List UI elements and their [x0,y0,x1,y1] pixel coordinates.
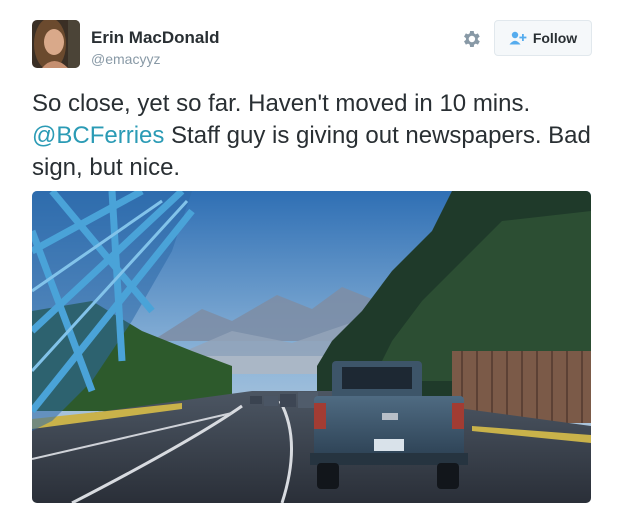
author-handle[interactable]: @emacyyz [91,51,160,67]
gear-icon[interactable] [460,28,482,50]
tweet-text-part: So close, yet so far. Haven't moved in 1… [32,90,531,117]
tweet-text: So close, yet so far. Haven't moved in 1… [32,88,602,184]
avatar[interactable] [32,20,80,68]
tweet-photo[interactable] [32,191,591,503]
person-add-icon [509,31,527,45]
follow-label: Follow [532,30,578,46]
mention-link[interactable]: @BCFerries [32,122,164,149]
tweet-header: Erin MacDonald @emacyyz Follow [32,20,594,72]
author-name[interactable]: Erin MacDonald [91,28,219,48]
follow-button[interactable]: Follow [494,20,592,56]
